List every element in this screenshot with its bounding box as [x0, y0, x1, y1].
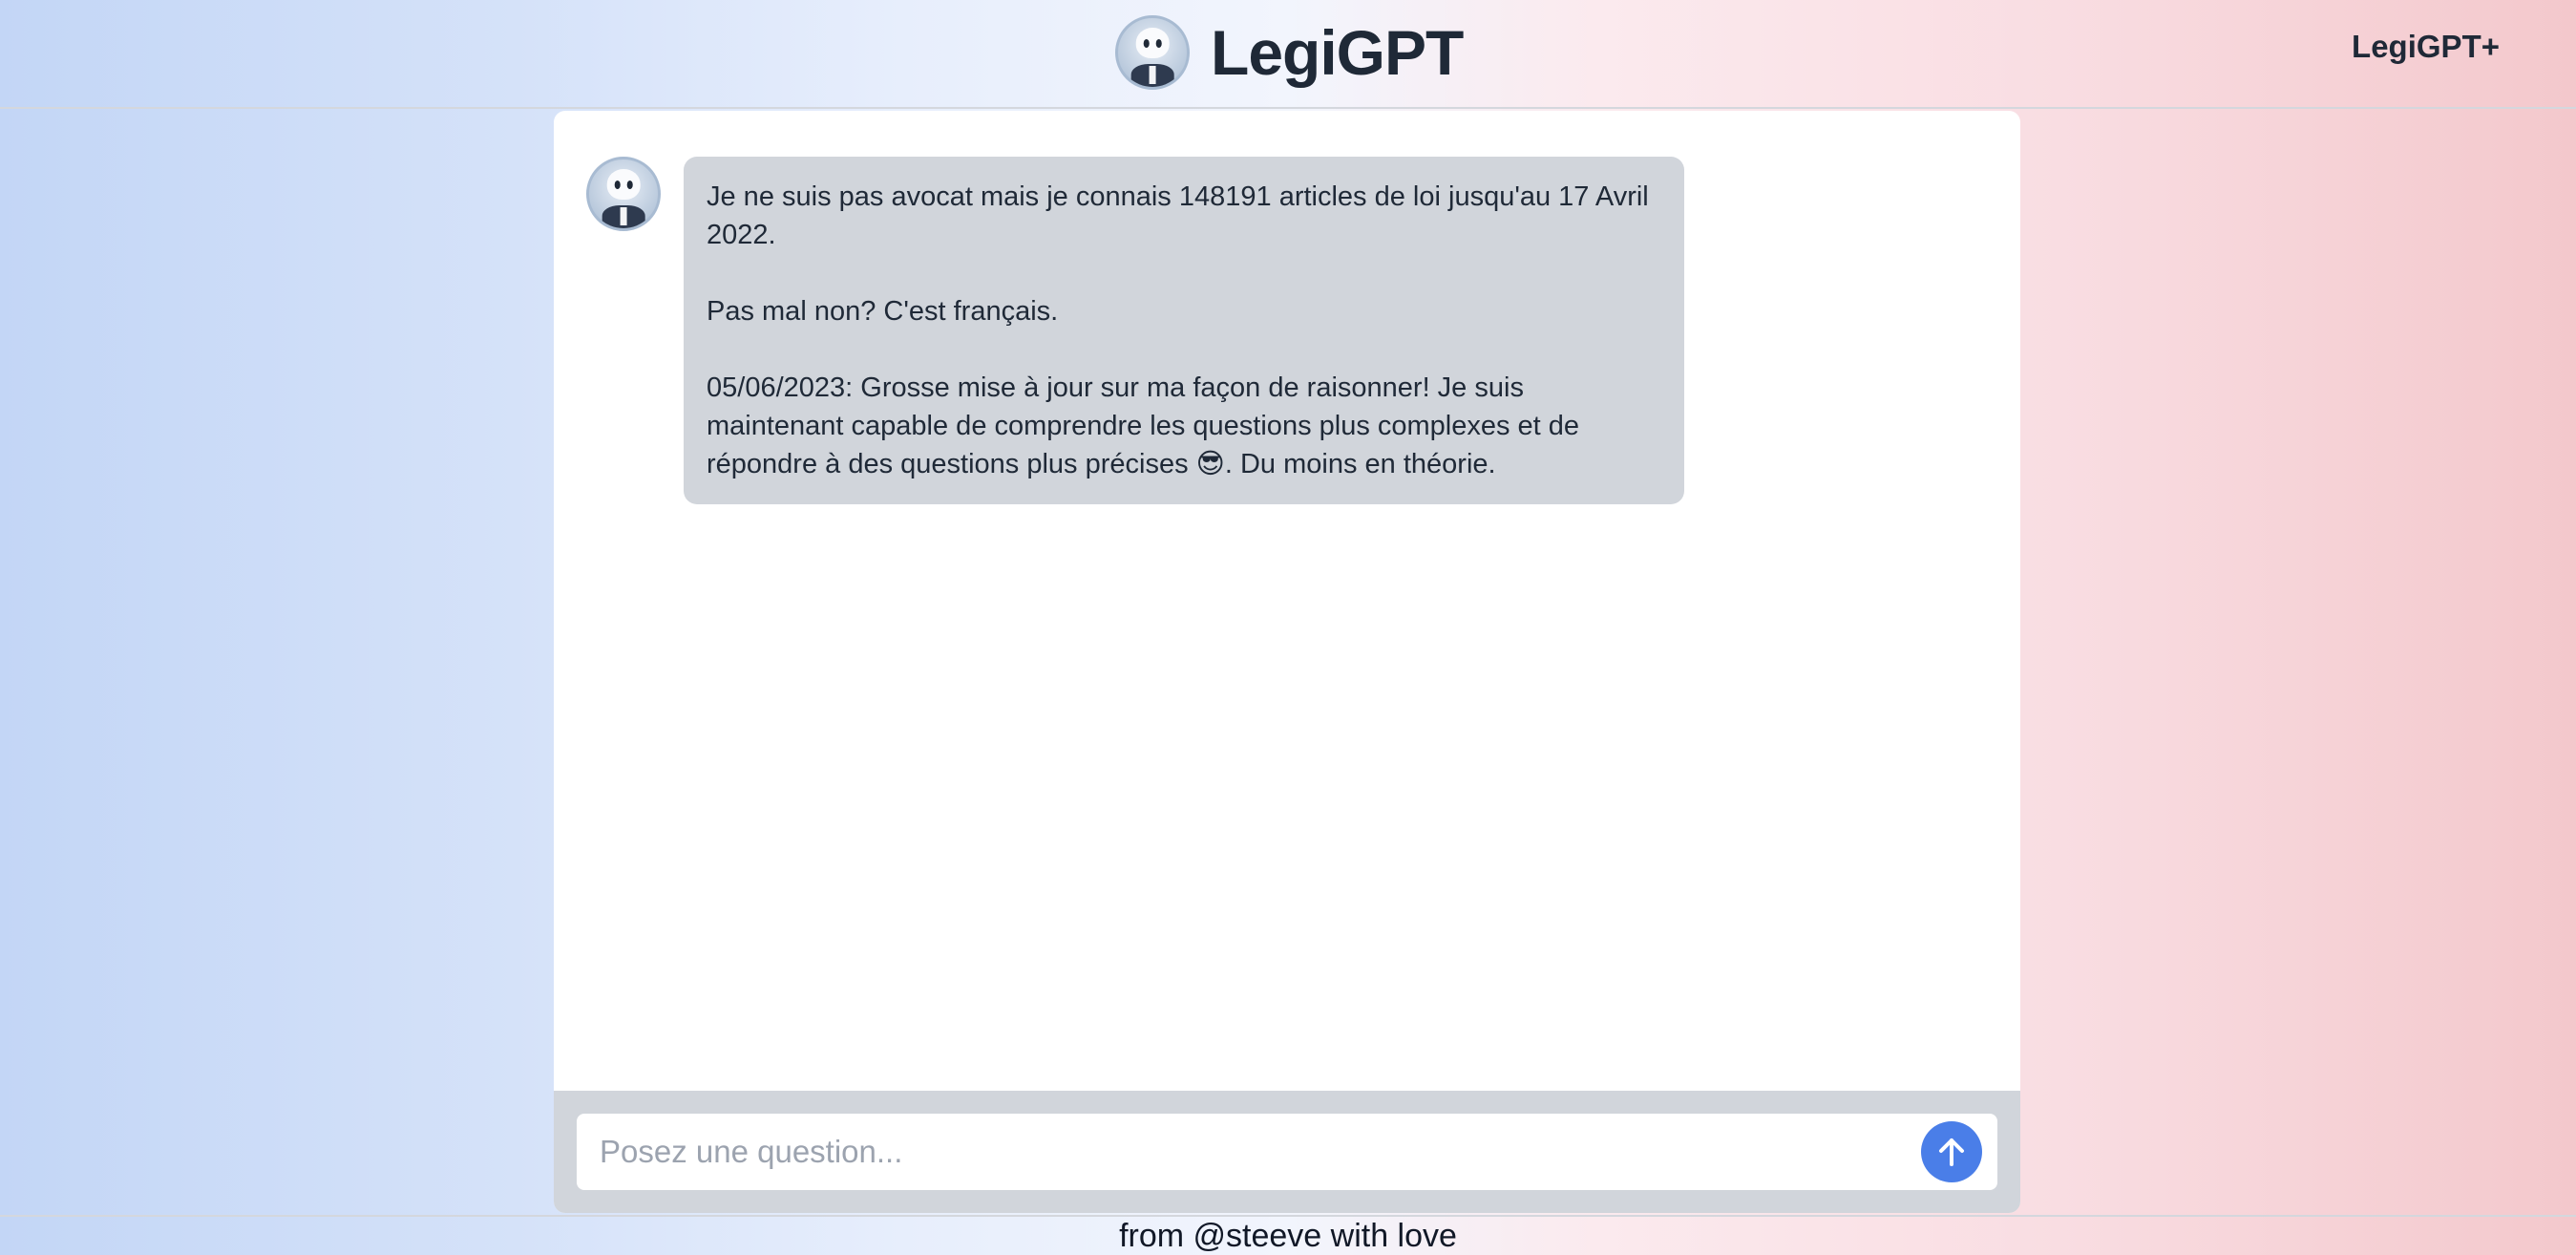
arrow-up-icon — [1939, 1138, 1964, 1166]
message-paragraph: 05/06/2023: Grosse mise à jour sur ma fa… — [707, 372, 1580, 479]
input-bar — [554, 1091, 2020, 1213]
legigpt-plus-link[interactable]: LegiGPT+ — [2352, 29, 2500, 65]
footer: from @steeve with love — [0, 1215, 2576, 1255]
app-title: LegiGPT — [1211, 17, 1464, 88]
send-button[interactable] — [1921, 1121, 1982, 1182]
message-list: Je ne suis pas avocat mais je connais 14… — [554, 111, 2020, 1091]
header: LegiGPT LegiGPT+ — [0, 0, 2576, 109]
robot-lawyer-avatar-icon — [586, 157, 661, 231]
assistant-message: Je ne suis pas avocat mais je connais 14… — [586, 157, 1988, 504]
chat-panel: Je ne suis pas avocat mais je connais 14… — [554, 111, 2020, 1213]
footer-credit: from @steeve with love — [1119, 1218, 1457, 1254]
message-paragraph: Je ne suis pas avocat mais je connais 14… — [707, 181, 1649, 250]
question-input[interactable] — [600, 1114, 1898, 1190]
question-input-box — [577, 1114, 1997, 1190]
robot-lawyer-logo-icon — [1115, 15, 1190, 90]
message-paragraph: Pas mal non? C'est français. — [707, 296, 1059, 327]
brand[interactable]: LegiGPT — [1115, 13, 1464, 92]
message-bubble: Je ne suis pas avocat mais je connais 14… — [684, 157, 1684, 504]
